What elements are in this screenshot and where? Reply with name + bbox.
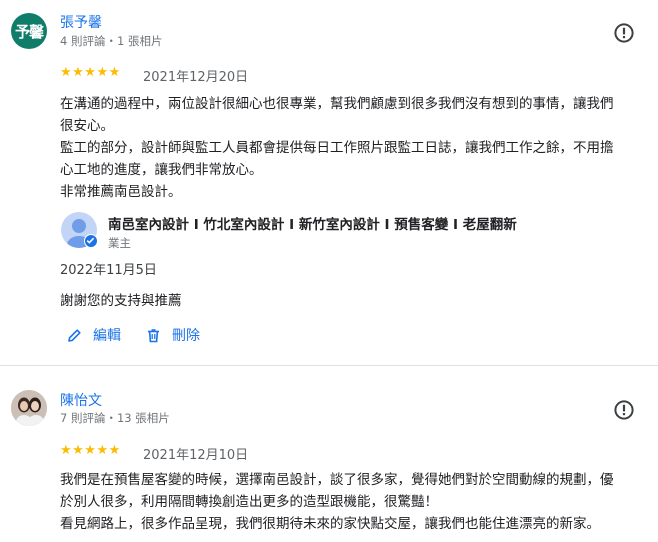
review-text: 我們是在預售屋客變的時候，選擇南邑設計，談了很多家，覺得她們對於空間動線的規劃，… [60,472,614,532]
trash-icon [148,328,159,342]
owner-role: 業主 [108,236,131,250]
reviewer-meta: 4 則評論・1 張相片 [60,34,163,48]
report-flag-icon [614,23,634,43]
edit-button[interactable]: 編輯 [66,325,121,345]
reviewer-name[interactable]: 陳怡文 [60,390,102,410]
pencil-icon [68,328,81,342]
review-card: 予馨 張予馨 4 則評論・1 張相片 ★★★★★ 2021年12月20日 在溝通… [0,0,658,365]
report-flag-icon [614,400,634,420]
delete-label: 刪除 [172,328,200,344]
delete-button[interactable]: 刪除 [145,325,200,345]
avatar-initials: 予馨 [14,22,44,41]
reviewer-avatar[interactable] [11,390,47,426]
reply-text: 謝謝您的支持與推薦 [60,293,182,309]
reviewer-meta: 7 則評論・13 張相片 [60,411,170,425]
review-text: 在溝通的過程中，兩位設計很細心也很專業，幫我們顧慮到很多我們沒有想到的事情，讓我… [60,96,614,200]
reviewer-avatar[interactable]: 予馨 [11,13,47,49]
edit-label: 編輯 [93,328,121,344]
reply-date: 2022年11月5日 [60,263,157,278]
star-rating: ★★★★★ [60,65,121,80]
report-button[interactable] [613,399,635,421]
review-date: 2021年12月20日 [143,70,249,85]
review-date: 2021年12月10日 [143,448,249,463]
profile-photo-icon [11,390,47,426]
reviewer-name[interactable]: 張予馨 [60,12,102,32]
check-badge-icon [84,234,98,248]
owner-name[interactable]: 南邑室內設計 I 竹北室內設計 I 新竹室內設計 I 預售客變 I 老屋翻新 [108,213,517,233]
report-button[interactable] [613,22,635,44]
review-card: 陳怡文 7 則評論・13 張相片 ★★★★★ 2021年12月10日 我們是在預… [0,366,658,542]
star-rating: ★★★★★ [60,443,121,458]
